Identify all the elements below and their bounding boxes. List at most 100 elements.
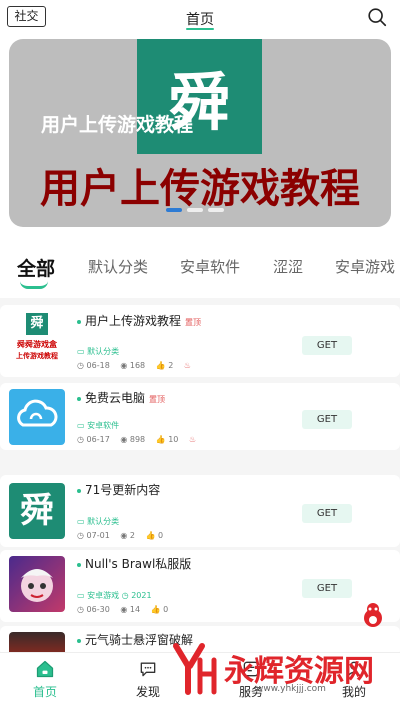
views-value: 168	[129, 361, 146, 370]
app-name: 71号更新内容	[77, 481, 160, 498]
app-name-text: Null's Brawl私服版	[85, 557, 192, 571]
app-name-text: 71号更新内容	[85, 483, 161, 497]
app-thumbnail	[9, 556, 65, 612]
search-icon[interactable]	[366, 6, 388, 28]
nav-profile[interactable]: 我的	[314, 653, 394, 701]
likes-value: 0	[163, 605, 169, 614]
tab-default[interactable]: 默认分类	[88, 256, 148, 277]
date-value: 06-18	[86, 361, 110, 370]
banner-carousel[interactable]: 舜 用户上传游戏教程 用户上传游戏教程	[9, 39, 391, 227]
nav-home-label: 首页	[32, 685, 57, 699]
get-button[interactable]: GET	[302, 336, 352, 355]
carousel-dot[interactable]	[187, 208, 203, 212]
category-icon: ▭	[77, 421, 88, 430]
likes-stat: 👍 0	[150, 605, 169, 614]
views-stat: ◉ 14	[120, 605, 141, 614]
tab-android-software[interactable]: 安卓软件	[180, 256, 240, 277]
service-icon	[243, 661, 259, 677]
nav-profile-label: 我的	[341, 685, 366, 699]
game-character-icon	[21, 569, 53, 602]
nav-service-label: 服务	[238, 685, 263, 699]
list-item[interactable]: 舜 舜舜游戏盒 上传游戏教程 用户上传游戏教程 置顶 ▭ 默认分类 ◷ 06-18…	[0, 305, 400, 377]
category-icon: ▭	[77, 517, 88, 526]
views-stat: ◉ 2	[120, 531, 135, 540]
app-name: 元气骑士悬浮窗破解	[77, 631, 193, 648]
home-icon	[36, 660, 54, 678]
list-item[interactable]: Null's Brawl私服版 ▭ 安卓游戏 ◷ 2021 ◷ 06-30 ◉ …	[0, 550, 400, 622]
app-name: 免费云电脑 置顶	[77, 389, 165, 406]
nav-discover[interactable]: 发现	[108, 653, 188, 701]
pinned-badge: 置顶	[149, 395, 166, 404]
likes-value: 0	[158, 531, 164, 540]
banner-subtitle: 用户上传游戏教程	[41, 114, 194, 136]
date-value: 06-30	[86, 605, 110, 614]
title-underline	[186, 28, 214, 30]
likes-stat: 👍 10	[155, 435, 179, 444]
app-name: 用户上传游戏教程 置顶	[77, 312, 201, 329]
date-value: 06-17	[86, 435, 110, 444]
thumb-subtitle: 上传游戏教程	[16, 352, 58, 360]
hot-icon: ♨	[183, 361, 192, 370]
app-thumbnail: 舜 舜舜游戏盒 上传游戏教程	[9, 311, 65, 367]
app-stats: ◷ 06-18 ◉ 168 👍 2 ♨	[77, 361, 199, 370]
carousel-dots	[166, 208, 224, 212]
carousel-dot-active[interactable]	[166, 208, 182, 212]
date-stat: ◷ 06-18	[77, 361, 110, 370]
category-text: 安卓软件	[87, 421, 120, 430]
category-icon: ▭	[77, 347, 88, 356]
profile-icon	[346, 661, 362, 677]
app-category: ▭ 默认分类	[77, 516, 119, 527]
tab-android-games[interactable]: 安卓游戏	[335, 256, 395, 277]
tab-all[interactable]: 全部	[17, 254, 55, 281]
views-value: 898	[129, 435, 146, 444]
likes-value: 10	[168, 435, 179, 444]
category-year: 2021	[131, 591, 152, 600]
likes-stat: 👍 2	[155, 361, 174, 370]
app-stats: ◷ 06-30 ◉ 14 👍 0	[77, 605, 176, 614]
date-stat: ◷ 06-30	[77, 605, 110, 614]
pinned-badge: 置顶	[185, 318, 202, 327]
page-title: 首页	[186, 12, 214, 28]
tab-sese[interactable]: 涩涩	[273, 256, 303, 277]
app-name-text: 元气骑士悬浮窗破解	[85, 633, 194, 647]
banner-headline: 用户上传游戏教程	[40, 166, 360, 212]
list-item[interactable]: 舜 71号更新内容 ▭ 默认分类 ◷ 07-01 ◉ 2 👍 0 GET	[0, 475, 400, 547]
app-stats: ◷ 07-01 ◉ 2 👍 0	[77, 531, 171, 540]
get-button[interactable]: GET	[302, 579, 352, 598]
chat-icon	[140, 662, 156, 677]
list-item[interactable]: 免费云电脑 置顶 ▭ 安卓软件 ◷ 06-17 ◉ 898 👍 10 ♨ GET	[0, 383, 400, 450]
carousel-dot[interactable]	[208, 208, 224, 212]
nav-home[interactable]: 首页	[5, 653, 85, 701]
nav-discover-label: 发现	[135, 685, 160, 699]
date-stat: ◷ 06-17	[77, 435, 110, 444]
bottom-navigation: 首页 发现 服务 我的	[0, 652, 400, 701]
top-bar: 社交 首页	[0, 0, 400, 36]
views-stat: ◉ 168	[120, 361, 146, 370]
app-category: ▭ 默认分类	[77, 346, 119, 357]
category-tabs: 全部 默认分类 安卓软件 涩涩 安卓游戏	[0, 236, 400, 298]
hot-icon: ♨	[188, 435, 197, 444]
date-value: 07-01	[86, 531, 110, 540]
category-text: 安卓游戏	[87, 591, 120, 600]
tab-indicator	[20, 281, 48, 289]
likes-stat: 👍 0	[145, 531, 164, 540]
get-button[interactable]: GET	[302, 504, 352, 523]
date-stat: ◷ 07-01	[77, 531, 110, 540]
app-stats: ◷ 06-17 ◉ 898 👍 10 ♨	[77, 435, 204, 444]
app-name: Null's Brawl私服版	[77, 555, 191, 572]
category-text: 默认分类	[87, 347, 120, 356]
category-icon: ▭	[77, 591, 88, 600]
app-name-text: 用户上传游戏教程	[85, 314, 182, 328]
floating-mascot-icon[interactable]	[360, 600, 386, 630]
app-category: ▭ 安卓软件	[77, 420, 119, 431]
banner-section: 舜 用户上传游戏教程 用户上传游戏教程	[0, 36, 400, 236]
app-thumbnail	[9, 389, 65, 445]
get-button[interactable]: GET	[302, 410, 352, 429]
category-text: 默认分类	[87, 517, 120, 526]
nav-service[interactable]: 服务	[211, 653, 291, 701]
likes-value: 2	[168, 361, 174, 370]
app-screen: 社交 首页 舜 用户上传游戏教程 用户上传游戏教程 全部 默认分类 安卓软件 涩…	[0, 0, 400, 701]
thumb-title: 舜舜游戏盒	[17, 340, 57, 349]
views-value: 2	[129, 531, 135, 540]
views-value: 14	[129, 605, 141, 614]
